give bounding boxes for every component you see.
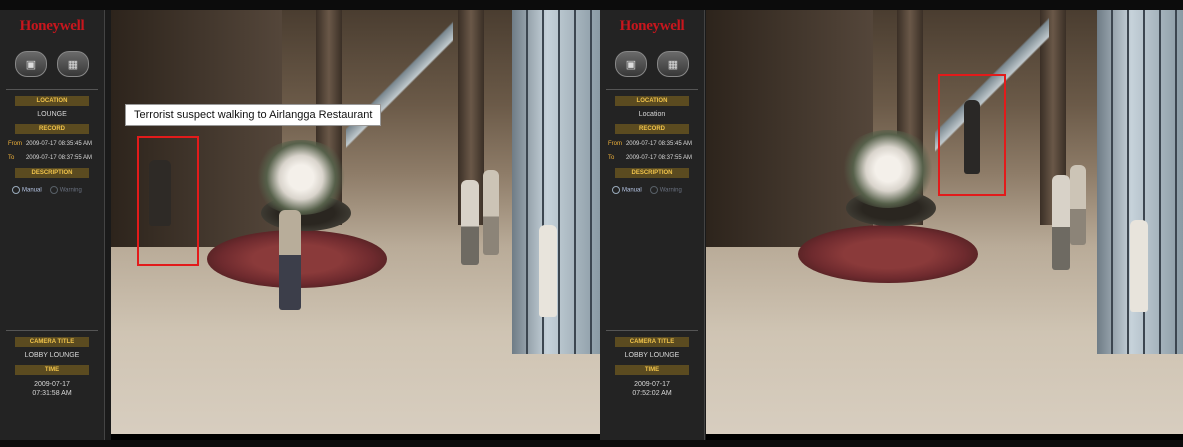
from-value: 2009-07-17 08:35:45 AM xyxy=(625,141,693,147)
divider xyxy=(6,330,98,331)
round-rug xyxy=(798,225,978,283)
time-value: 2009-07-17 07:52:02 AM xyxy=(632,381,672,397)
control-buttons: ▣ ▦ xyxy=(0,51,104,77)
radio-warning[interactable]: Warning xyxy=(649,186,682,194)
status-bar xyxy=(111,434,600,440)
radio-icon xyxy=(649,186,658,194)
radio-warning[interactable]: Warning xyxy=(49,186,82,194)
from-row: From 2009-07-17 08:35:45 AM xyxy=(608,140,704,148)
honeywell-logo: Honeywell xyxy=(619,18,685,34)
record-header: RECORD xyxy=(615,124,689,134)
camera-title-value: LOBBY LOUNGE xyxy=(624,352,680,359)
mode-radios: Manual Warning xyxy=(12,186,104,194)
to-label: To xyxy=(8,155,15,161)
flower-arrangement xyxy=(251,140,351,215)
right-sidebar: Honeywell ▣ ▦ LOCATION Location RECORD F… xyxy=(600,10,705,440)
description-header: DESCRIPTION xyxy=(15,168,89,178)
radio-manual[interactable]: Manual xyxy=(612,186,642,194)
control-buttons: ▣ ▦ xyxy=(600,51,704,77)
alert-caption: Terrorist suspect walking to Airlangga R… xyxy=(125,104,382,126)
divider xyxy=(606,330,698,331)
divider xyxy=(606,89,698,90)
location-value: LOUNGE xyxy=(37,111,67,118)
to-value: 2009-07-17 08:37:55 AM xyxy=(25,155,93,161)
to-label: To xyxy=(608,155,615,161)
suspect-highlight-box xyxy=(938,74,1006,196)
camera-icon[interactable]: ▣ xyxy=(15,51,47,77)
from-row: From 2009-07-17 08:35:45 AM xyxy=(8,140,104,148)
time-header: TIME xyxy=(15,365,89,375)
camera-info: CAMERA TITLE LOBBY LOUNGE TIME 2009-07-1… xyxy=(600,330,704,398)
camera-title-header: CAMERA TITLE xyxy=(615,337,689,347)
status-bar xyxy=(706,434,1183,440)
time-header: TIME xyxy=(615,365,689,375)
right-camera-panel: Honeywell ▣ ▦ LOCATION Location RECORD F… xyxy=(600,10,1183,440)
lock-icon[interactable]: ▦ xyxy=(657,51,689,77)
person xyxy=(1070,165,1086,245)
location-value: Location xyxy=(638,111,666,118)
person xyxy=(483,170,499,255)
radio-icon xyxy=(12,186,20,194)
person xyxy=(1130,220,1148,312)
from-label: From xyxy=(8,141,22,147)
location-header: LOCATION xyxy=(615,96,689,106)
radio-icon xyxy=(612,186,620,194)
mode-radios: Manual Warning xyxy=(612,186,704,194)
left-sidebar: Honeywell ▣ ▦ LOCATION LOUNGE RECORD Fro… xyxy=(0,10,105,440)
radio-warning-label: Warning xyxy=(59,187,82,194)
to-row: To 2009-07-17 08:37:55 AM xyxy=(8,154,104,162)
person xyxy=(461,180,479,265)
description-header: DESCRIPTION xyxy=(615,168,689,178)
camera-icon[interactable]: ▣ xyxy=(615,51,647,77)
from-label: From xyxy=(608,141,622,147)
person xyxy=(279,210,301,310)
flower-arrangement xyxy=(838,130,938,208)
to-value: 2009-07-17 08:37:55 AM xyxy=(625,155,693,161)
right-video-feed[interactable] xyxy=(706,10,1183,440)
radio-manual[interactable]: Manual xyxy=(12,186,42,194)
person xyxy=(539,225,557,317)
divider xyxy=(6,89,98,90)
suspect-highlight-box xyxy=(137,136,199,266)
left-video-feed[interactable]: Terrorist suspect walking to Airlangga R… xyxy=(111,10,600,440)
honeywell-logo: Honeywell xyxy=(19,18,85,34)
left-camera-panel: Honeywell ▣ ▦ LOCATION LOUNGE RECORD Fro… xyxy=(0,10,600,440)
from-value: 2009-07-17 08:35:45 AM xyxy=(25,141,93,147)
to-row: To 2009-07-17 08:37:55 AM xyxy=(608,154,704,162)
time-value: 2009-07-17 07:31:58 AM xyxy=(32,381,72,397)
radio-manual-label: Manual xyxy=(622,187,642,194)
escalator xyxy=(345,10,454,165)
camera-title-value: LOBBY LOUNGE xyxy=(24,352,80,359)
radio-warning-label: Warning xyxy=(659,187,682,194)
camera-info: CAMERA TITLE LOBBY LOUNGE TIME 2009-07-1… xyxy=(0,330,104,398)
person xyxy=(1052,175,1070,270)
camera-title-header: CAMERA TITLE xyxy=(15,337,89,347)
record-header: RECORD xyxy=(15,124,89,134)
radio-manual-label: Manual xyxy=(22,187,42,194)
radio-icon xyxy=(49,186,58,194)
location-header: LOCATION xyxy=(15,96,89,106)
lock-icon[interactable]: ▦ xyxy=(57,51,89,77)
